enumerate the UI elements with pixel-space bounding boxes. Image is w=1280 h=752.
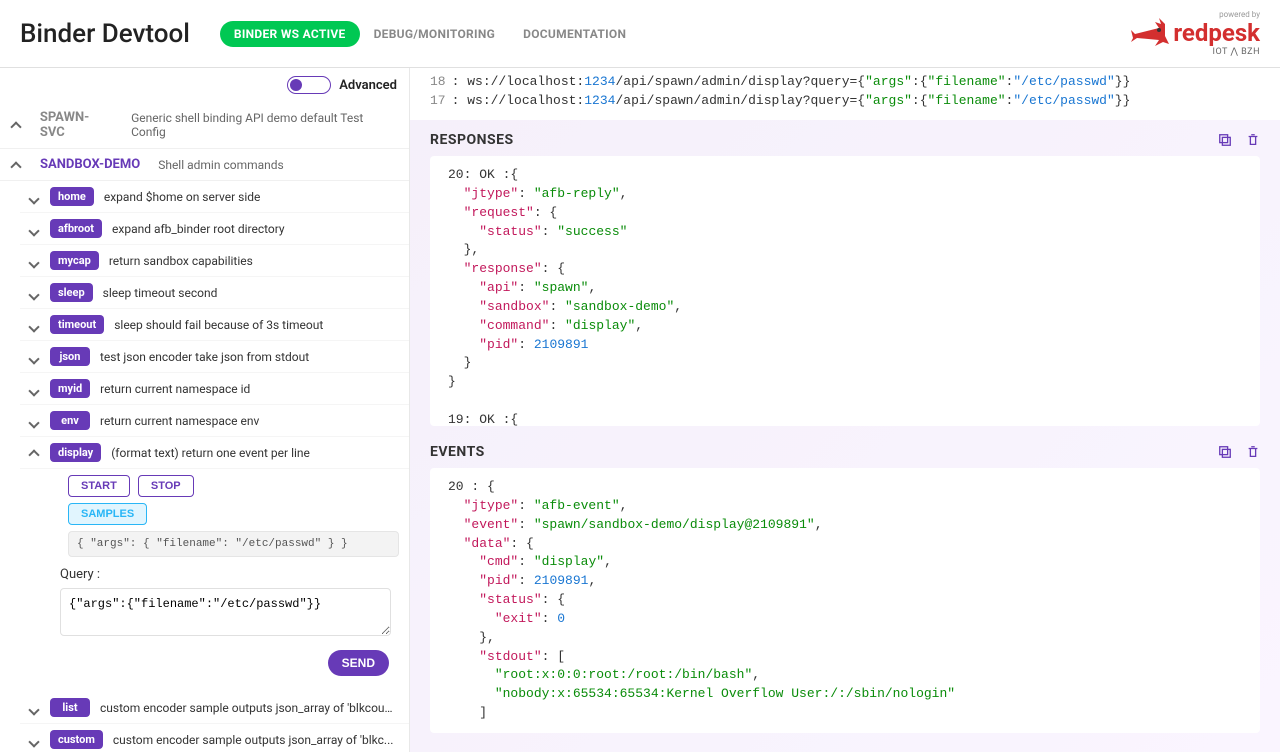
verb-mycap[interactable]: mycapreturn sandbox capabilities — [20, 245, 409, 277]
app-header: Binder Devtool BINDER WS ACTIVE DEBUG/MO… — [0, 0, 1280, 68]
sample-preview[interactable]: { "args": { "filename": "/etc/passwd" } … — [68, 531, 399, 557]
logo-powered-by: powered by — [1173, 10, 1260, 19]
logo-text: redpesk — [1173, 19, 1260, 47]
content-area: 18: ws://localhost:1234/api/spawn/admin/… — [410, 68, 1280, 752]
api-desc: Shell admin commands — [158, 158, 284, 172]
chevron-down-icon — [30, 288, 40, 298]
app-title: Binder Devtool — [20, 19, 190, 49]
api-name: SANDBOX-DEMO — [40, 157, 140, 172]
chevron-down-icon — [30, 735, 40, 745]
verb-sleep[interactable]: sleepsleep timeout second — [20, 277, 409, 309]
sidebar: Advanced SPAWN-SVC Generic shell binding… — [0, 68, 410, 752]
chevron-down-icon — [30, 703, 40, 713]
responses-title: RESPONSES — [430, 132, 514, 148]
send-button[interactable]: SEND — [328, 650, 389, 676]
verb-json[interactable]: jsontest json encoder take json from std… — [20, 341, 409, 373]
api-desc: Generic shell binding API demo default T… — [131, 111, 397, 139]
api-spawn-svc[interactable]: SPAWN-SVC Generic shell binding API demo… — [0, 102, 409, 149]
query-label: Query : — [60, 567, 399, 582]
advanced-toggle[interactable] — [287, 76, 331, 94]
stop-button[interactable]: STOP — [138, 475, 194, 497]
chevron-down-icon — [30, 416, 40, 426]
url-line-18: 18: ws://localhost:1234/api/spawn/admin/… — [430, 72, 1260, 91]
start-button[interactable]: START — [68, 475, 130, 497]
copy-icon[interactable] — [1218, 445, 1232, 459]
trash-icon[interactable] — [1246, 445, 1260, 459]
chevron-down-icon — [30, 352, 40, 362]
api-sandbox-demo[interactable]: SANDBOX-DEMO Shell admin commands — [0, 149, 409, 181]
verb-env[interactable]: envreturn current namespace env — [20, 405, 409, 437]
chevron-up-icon — [12, 160, 22, 170]
samples-button[interactable]: SAMPLES — [68, 503, 147, 525]
events-pane[interactable]: 20 : { "jtype": "afb-event", "event": "s… — [430, 468, 1260, 733]
redpesk-fish-icon — [1129, 16, 1173, 52]
verb-list[interactable]: listcustom encoder sample outputs json_a… — [20, 692, 409, 724]
verb-afbroot[interactable]: afbrootexpand afb_binder root directory — [20, 213, 409, 245]
responses-header: RESPONSES — [410, 120, 1280, 156]
chevron-down-icon — [30, 256, 40, 266]
chevron-down-icon — [30, 192, 40, 202]
request-urls: 18: ws://localhost:1234/api/spawn/admin/… — [410, 68, 1280, 120]
advanced-label: Advanced — [339, 78, 397, 93]
verb-timeout[interactable]: timeoutsleep should fail because of 3s t… — [20, 309, 409, 341]
chevron-up-icon — [12, 120, 22, 130]
verb-custom[interactable]: customcustom encoder sample outputs json… — [20, 724, 409, 752]
chevron-down-icon — [30, 384, 40, 394]
verb-list: homeexpand $home on server side afbroote… — [0, 181, 409, 752]
url-line-17: 17: ws://localhost:1234/api/spawn/admin/… — [430, 91, 1260, 110]
verb-display-panel: START STOP SAMPLES { "args": { "filename… — [20, 469, 409, 692]
events-title: EVENTS — [430, 444, 485, 460]
verb-myid[interactable]: myidreturn current namespace id — [20, 373, 409, 405]
nav-binder-ws[interactable]: BINDER WS ACTIVE — [220, 21, 360, 47]
logo-subtitle: IOT ⋀ BZH — [1173, 47, 1260, 57]
verb-home[interactable]: homeexpand $home on server side — [20, 181, 409, 213]
events-header: EVENTS — [410, 432, 1280, 468]
responses-pane[interactable]: 20: OK :{ "jtype": "afb-reply", "request… — [430, 156, 1260, 426]
copy-icon[interactable] — [1218, 133, 1232, 147]
nav-debug-monitoring[interactable]: DEBUG/MONITORING — [360, 21, 510, 47]
brand-logo: powered by redpesk IOT ⋀ BZH — [1129, 10, 1260, 57]
trash-icon[interactable] — [1246, 133, 1260, 147]
chevron-down-icon — [30, 224, 40, 234]
chevron-up-icon — [30, 448, 40, 458]
query-input[interactable] — [60, 588, 391, 636]
nav-documentation[interactable]: DOCUMENTATION — [509, 21, 640, 47]
chevron-down-icon — [30, 320, 40, 330]
verb-display[interactable]: display(format text) return one event pe… — [20, 437, 409, 469]
api-name: SPAWN-SVC — [40, 110, 113, 140]
